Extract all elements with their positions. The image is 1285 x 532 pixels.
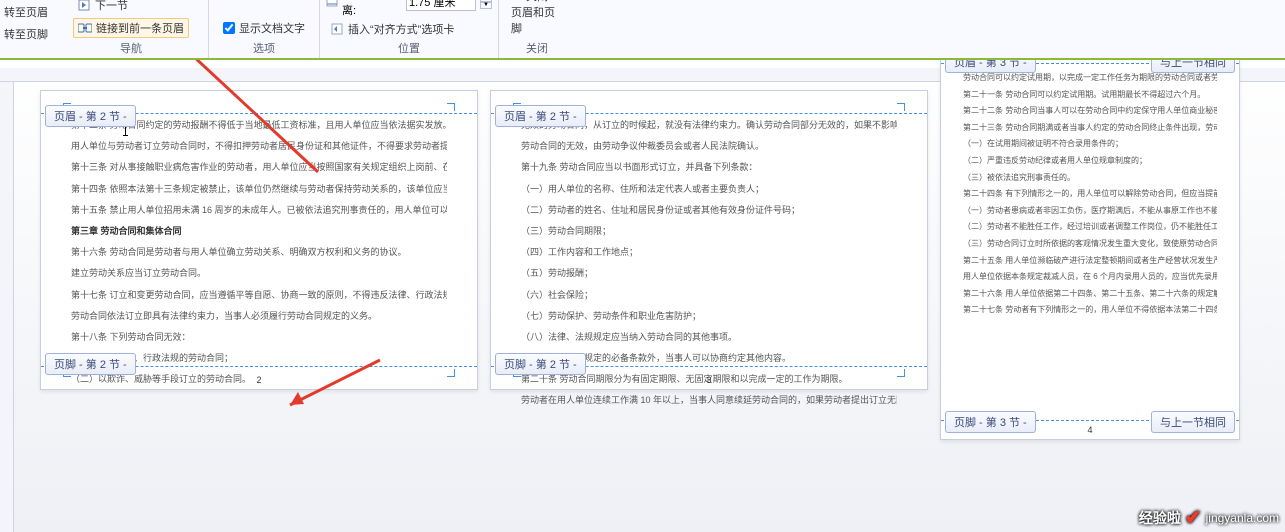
header-tag-section-2[interactable]: 页眉 - 第 2 节 - xyxy=(45,105,136,127)
body-line: （六）社会保险； xyxy=(521,287,897,303)
body-line: 第二十七条 劳动者有下列情形之一的，用人单位不得依据本法第二十四条、第二十五条的… xyxy=(963,303,1217,317)
insert-align-tab-button[interactable]: 插入“对齐方式”选项卡 xyxy=(326,20,492,38)
page-3[interactable]: 页眉 - 第 2 节 - 页脚 - 第 2 节 - 无效的劳动合同，从订立的时候… xyxy=(490,90,928,390)
options-group: 奇偶页不同 显示文档文字 选项 xyxy=(209,0,319,58)
vertical-ruler[interactable] xyxy=(0,82,14,532)
footer-tag-section-2b[interactable]: 页脚 - 第 2 节 - xyxy=(495,353,586,375)
body-line: （三）被依法追究刑事责任的。 xyxy=(963,171,1217,185)
footer-distance-label: 页脚底端距离: xyxy=(342,0,402,18)
body-line: （三）劳动合同订立时所依据的客观情况发生重大变化，致使原劳动合同无法履行，经当事… xyxy=(963,237,1217,251)
close-group-label: 关闭 xyxy=(526,40,548,56)
page-number-4: 4 xyxy=(1087,425,1092,435)
page-number-2: 2 xyxy=(256,375,261,385)
body-line: 劳动合同依法订立即具有法律约束力，当事人必须履行劳动合同规定的义务。 xyxy=(71,308,447,324)
position-group: 页脚底端距离: 1.75 厘米 ▲▼ 插入“对齐方式”选项卡 位置 xyxy=(320,0,498,58)
show-doc-text-checkbox[interactable] xyxy=(223,22,235,34)
ribbon: 转至页眉 转至页脚 下一节 链接到前一条页眉 导航 奇偶页不同 显示文档文字 xyxy=(0,0,1285,60)
insert-align-tab-label: 插入“对齐方式”选项卡 xyxy=(348,21,454,37)
goto-footer-button[interactable]: 转至页脚 xyxy=(4,26,48,42)
footer-distance-row: 页脚底端距离: 1.75 厘米 ▲▼ xyxy=(326,0,492,18)
close-group: 关闭 页眉和页脚 关闭 xyxy=(499,0,575,58)
body-line: 第十三条 对从事接触职业病危害作业的劳动者，用人单位应当按照国家有关规定组织上岗… xyxy=(71,159,447,175)
link-to-previous-label: 链接到前一条页眉 xyxy=(96,20,184,36)
body-line: 第二十四条 有下列情形之一的，用人单位可以解除劳动合同，但应当提前 30 日以书… xyxy=(963,187,1217,201)
options-group-label: 选项 xyxy=(253,40,275,56)
body-line: 第十七条 订立和变更劳动合同，应当遵循平等自愿、协商一致的原则，不得违反法律、行… xyxy=(71,287,447,303)
body-line: 劳动合同的无效，由劳动争议仲裁委员会或者人民法院确认。 xyxy=(521,138,897,154)
page-4[interactable]: 页眉 - 第 3 节 - 与上一节相同 页脚 - 第 3 节 - 与上一节相同 … xyxy=(940,60,1240,440)
body-line: （四）工作内容和工作地点； xyxy=(521,244,897,260)
body-line: 第十四条 依照本法第十三条规定被禁止，该单位仍然继续与劳动者保持劳动关系的，该单… xyxy=(71,181,447,197)
link-to-previous-button[interactable]: 链接到前一条页眉 xyxy=(73,18,189,38)
body-line: 第十六条 劳动合同是劳动者与用人单位确立劳动关系、明确双方权利和义务的协议。 xyxy=(71,244,447,260)
close-header-footer-button[interactable]: 关闭 页眉和页脚 xyxy=(505,0,569,38)
body-line: 劳动者在用人单位连续工作满 10 年以上，当事人同意续延劳动合同的，如果劳动者提… xyxy=(521,392,897,408)
body-line: 建立劳动关系应当订立劳动合同。 xyxy=(71,265,447,281)
body-line: 第十八条 下列劳动合同无效： xyxy=(71,329,447,345)
next-section-icon xyxy=(77,0,91,12)
body-line: 第十五条 禁止用人单位招用未满 16 周岁的未成年人。已被依法追究刑事责任的，用… xyxy=(71,202,447,218)
position-group-label: 位置 xyxy=(398,40,420,56)
body-line: 用人单位与劳动者订立劳动合同时，不得扣押劳动者居民身份证和其他证件，不得要求劳动… xyxy=(71,138,447,154)
footer-distance-value[interactable]: 1.75 厘米 xyxy=(406,0,476,11)
footer-distance-spinner[interactable]: ▲▼ xyxy=(480,0,492,9)
same-as-prev-footer-tag[interactable]: 与上一节相同 xyxy=(1151,411,1235,433)
goto-group: 转至页眉 转至页脚 xyxy=(0,0,54,58)
close-btn-line2: 页眉和页脚 xyxy=(511,4,563,36)
watermark-brand: 经验啦 xyxy=(1139,508,1181,528)
body-line: （一）劳动者患病或者非因工负伤，医疗期满后，不能从事原工作也不能从事由用人单位另… xyxy=(963,204,1217,218)
body-line: （二）严重违反劳动纪律或者用人单位规章制度的； xyxy=(963,154,1217,168)
body-line: （二）劳动者不能胜任工作，经过培训或者调整工作岗位，仍不能胜任工作的； xyxy=(963,220,1217,234)
body-line: 第十九条 劳动合同应当以书面形式订立，并具备下列条款： xyxy=(521,159,897,175)
next-section-label: 下一节 xyxy=(95,0,128,13)
body-line: 第三章 劳动合同和集体合同 xyxy=(71,223,447,239)
text-cursor xyxy=(125,126,126,135)
pages-row: 页眉 - 第 2 节 - 页脚 - 第 2 节 - 第十二条 劳动合同约定的劳动… xyxy=(40,90,1240,440)
body-line: （八）法律、法规规定应当纳入劳动合同的其他事项。 xyxy=(521,329,897,345)
header-tag-section-2b[interactable]: 页眉 - 第 2 节 - xyxy=(495,105,586,127)
body-line: （七）劳动保护、劳动条件和职业危害防护； xyxy=(521,308,897,324)
body-line: 第二十三条 劳动合同期满或者当事人约定的劳动合同终止条件出现，劳动合同即行终止。 xyxy=(963,121,1217,135)
watermark-check-icon: ✔ xyxy=(1185,505,1202,530)
header-tag-section-3[interactable]: 页眉 - 第 3 节 - xyxy=(945,60,1036,73)
watermark-domain: jingyanla.com xyxy=(1206,511,1279,525)
opt-show-doc-text[interactable]: 显示文档文字 xyxy=(223,20,305,36)
body-line: 第二十五条 用人单位濒临破产进行法定整顿期间或者生产经营状况发生严重困难，确需裁… xyxy=(963,254,1217,268)
next-section-button[interactable]: 下一节 xyxy=(73,0,189,14)
body-line: （五）劳动报酬； xyxy=(521,265,897,281)
body-line: 第二十一条 劳动合同可以约定试用期。试用期最长不得超过六个月。 xyxy=(963,88,1217,102)
footer-tag-section-3[interactable]: 页脚 - 第 3 节 - xyxy=(945,411,1036,433)
footer-distance-icon xyxy=(326,0,338,10)
link-icon xyxy=(78,21,92,35)
nav-group: 下一节 链接到前一条页眉 导航 xyxy=(54,0,208,58)
goto-header-button[interactable]: 转至页眉 xyxy=(4,4,48,20)
body-line: 用人单位依据本条规定裁减人员，在 6 个月内录用人员的，应当优先录用被裁减的人员… xyxy=(963,270,1217,284)
body-line: 第二十二条 劳动合同当事人可以在劳动合同中约定保守用人单位商业秘密的有关事项。 xyxy=(963,104,1217,118)
footer-tag-section-2[interactable]: 页脚 - 第 2 节 - xyxy=(45,353,136,375)
nav-group-label: 导航 xyxy=(120,40,142,56)
same-as-prev-header-tag[interactable]: 与上一节相同 xyxy=(1151,60,1235,73)
body-line: （三）劳动合同期限； xyxy=(521,223,897,239)
body-line: （一）在试用期间被证明不符合录用条件的； xyxy=(963,137,1217,151)
page-2[interactable]: 页眉 - 第 2 节 - 页脚 - 第 2 节 - 第十二条 劳动合同约定的劳动… xyxy=(40,90,478,390)
watermark: 经验啦 ✔ jingyanla.com xyxy=(1139,505,1279,530)
body-line: 劳动合同可以约定试用期，以完成一定工作任务为期限的劳动合同或者劳动合同期限不满三… xyxy=(963,71,1217,85)
page-4-body: 劳动合同可以约定试用期，以完成一定工作任务为期限的劳动合同或者劳动合同期限不满三… xyxy=(941,60,1239,324)
align-tab-icon xyxy=(330,22,344,36)
body-line: 第二十六条 用人单位依据第二十四条、第二十五条、第二十六条的规定解除劳动合同的，… xyxy=(963,287,1217,301)
page-number-3: 3 xyxy=(706,375,711,385)
body-line: （二）劳动者的姓名、住址和居民身份证或者其他有效身份证件号码； xyxy=(521,202,897,218)
document-workspace: 页眉 - 第 2 节 - 页脚 - 第 2 节 - 第十二条 劳动合同约定的劳动… xyxy=(0,60,1285,532)
body-line: （一）用人单位的名称、住所和法定代表人或者主要负责人； xyxy=(521,181,897,197)
